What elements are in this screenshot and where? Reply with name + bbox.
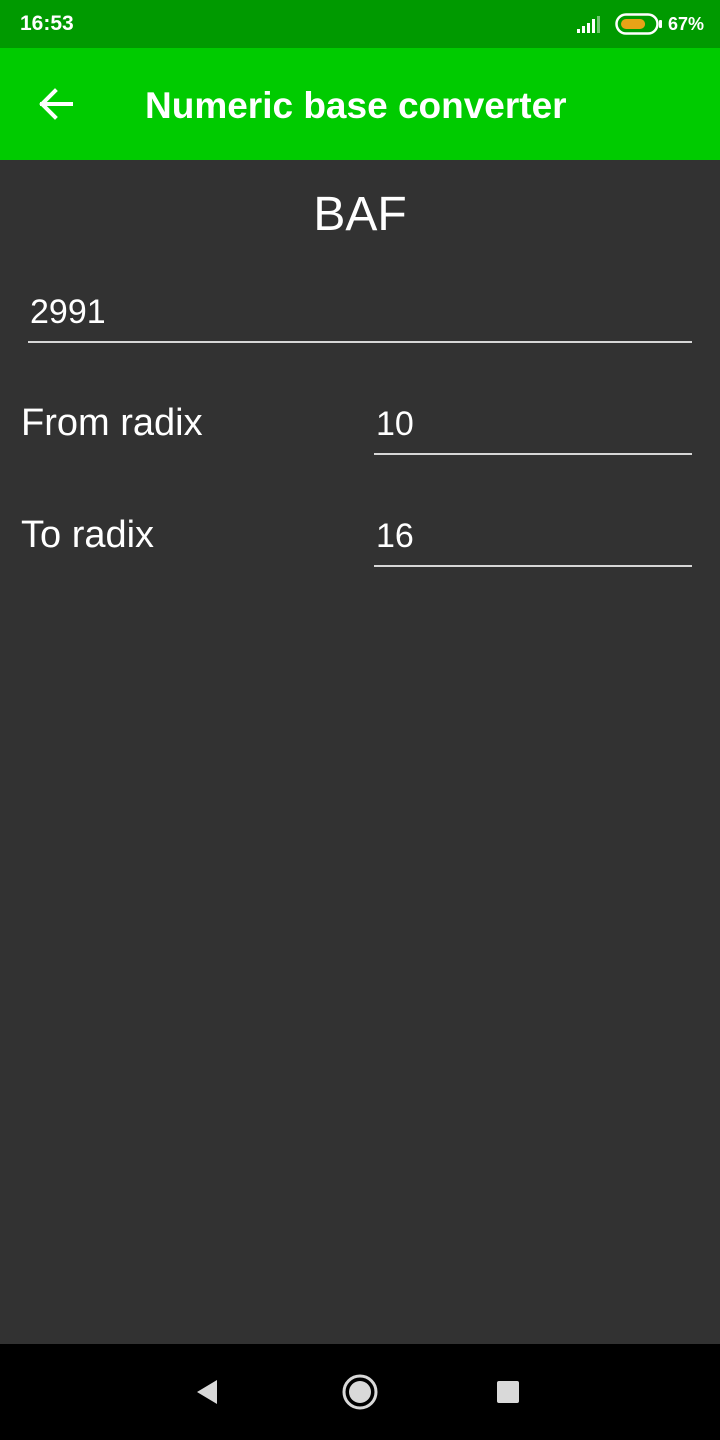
number-input[interactable] bbox=[28, 284, 692, 343]
from-radix-label: From radix bbox=[21, 402, 203, 444]
navigation-bar bbox=[0, 1344, 720, 1440]
from-radix-input[interactable] bbox=[374, 396, 692, 455]
nav-home-icon bbox=[342, 1374, 378, 1410]
back-button[interactable] bbox=[22, 70, 90, 138]
status-bar: 16:53 67% bbox=[0, 0, 720, 48]
arrow-left-icon bbox=[39, 88, 73, 120]
app-bar: Numeric base converter bbox=[0, 48, 720, 160]
signal-icon bbox=[577, 16, 600, 33]
to-radix-label: To radix bbox=[21, 514, 155, 556]
nav-home-button[interactable] bbox=[334, 1366, 386, 1418]
page-title: Numeric base converter bbox=[145, 85, 567, 126]
nav-back-button[interactable] bbox=[182, 1366, 234, 1418]
nav-recents-icon bbox=[497, 1381, 519, 1403]
status-time: 16:53 bbox=[20, 12, 74, 35]
conversion-result: BAF bbox=[313, 188, 407, 241]
nav-back-icon bbox=[197, 1380, 217, 1404]
nav-recents-button[interactable] bbox=[482, 1366, 534, 1418]
battery-icon bbox=[615, 13, 662, 35]
to-radix-input[interactable] bbox=[374, 508, 692, 567]
battery-percent: 67% bbox=[668, 14, 705, 34]
